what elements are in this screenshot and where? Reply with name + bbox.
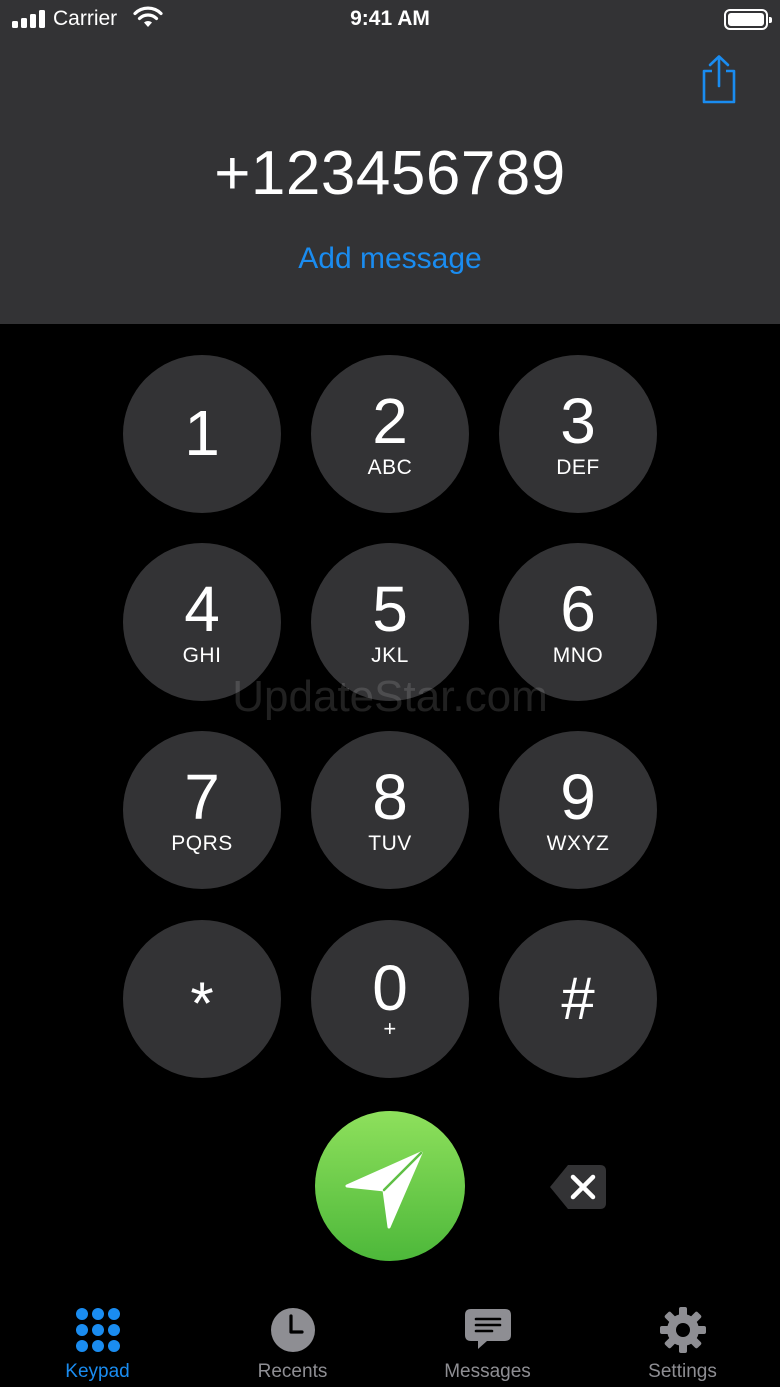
- key-3[interactable]: 3 DEF: [499, 355, 657, 513]
- key-letters: WXYZ: [546, 832, 610, 855]
- send-icon: [345, 1151, 423, 1229]
- key-letters: DEF: [556, 456, 600, 479]
- key-letters: +: [383, 1016, 397, 1041]
- key-letters: TUV: [368, 832, 412, 855]
- key-star[interactable]: *: [123, 920, 281, 1078]
- key-digit: 4: [184, 573, 220, 645]
- key-5[interactable]: 5 JKL: [311, 543, 469, 701]
- send-button[interactable]: [315, 1111, 465, 1261]
- key-digit: *: [190, 970, 214, 1037]
- clock-icon: [271, 1308, 315, 1352]
- key-digit: 6: [560, 573, 596, 645]
- key-letters: MNO: [552, 644, 604, 667]
- keypad-grid-icon: [76, 1308, 120, 1352]
- key-4[interactable]: 4 GHI: [123, 543, 281, 701]
- tab-label: Settings: [648, 1361, 717, 1382]
- key-digit: 9: [560, 761, 596, 833]
- battery-icon: [724, 9, 772, 30]
- key-digit: 5: [372, 573, 408, 645]
- share-icon[interactable]: [698, 54, 740, 106]
- key-letters: GHI: [182, 644, 222, 667]
- key-1[interactable]: 1: [123, 355, 281, 513]
- phone-number-display: +123456789: [214, 139, 566, 208]
- header-area: Carrier 9:41 AM +123456789 Add message: [0, 0, 780, 324]
- key-7[interactable]: 7 PQRS: [123, 731, 281, 889]
- tab-bar: Keypad Recents Messages Settings: [0, 1297, 780, 1387]
- tab-settings[interactable]: Settings: [585, 1297, 780, 1387]
- backspace-icon[interactable]: [548, 1163, 608, 1211]
- tab-recents[interactable]: Recents: [195, 1297, 390, 1387]
- key-digit: 7: [184, 761, 220, 833]
- key-hash[interactable]: #: [499, 920, 657, 1078]
- tab-label: Keypad: [65, 1361, 130, 1382]
- key-digit: 8: [372, 761, 408, 833]
- status-bar: Carrier 9:41 AM: [0, 0, 780, 40]
- tab-label: Recents: [257, 1361, 328, 1382]
- message-bubble-icon: [465, 1309, 511, 1349]
- key-letters: ABC: [367, 456, 413, 479]
- key-9[interactable]: 9 WXYZ: [499, 731, 657, 889]
- gear-icon: [660, 1307, 706, 1353]
- key-0[interactable]: 0 +: [311, 920, 469, 1078]
- tab-label: Messages: [444, 1361, 531, 1382]
- key-letters: JKL: [371, 644, 409, 667]
- tab-keypad[interactable]: Keypad: [0, 1297, 195, 1387]
- key-letters: PQRS: [171, 832, 233, 855]
- key-digit: 0: [372, 952, 408, 1024]
- key-digit: #: [561, 965, 595, 1032]
- key-8[interactable]: 8 TUV: [311, 731, 469, 889]
- key-2[interactable]: 2 ABC: [311, 355, 469, 513]
- tab-messages[interactable]: Messages: [390, 1297, 585, 1387]
- add-message-link[interactable]: Add message: [0, 242, 780, 276]
- key-6[interactable]: 6 MNO: [499, 543, 657, 701]
- clock-time: 9:41 AM: [350, 7, 430, 30]
- key-digit: 1: [184, 397, 220, 469]
- key-digit: 2: [372, 385, 408, 457]
- key-digit: 3: [560, 385, 596, 457]
